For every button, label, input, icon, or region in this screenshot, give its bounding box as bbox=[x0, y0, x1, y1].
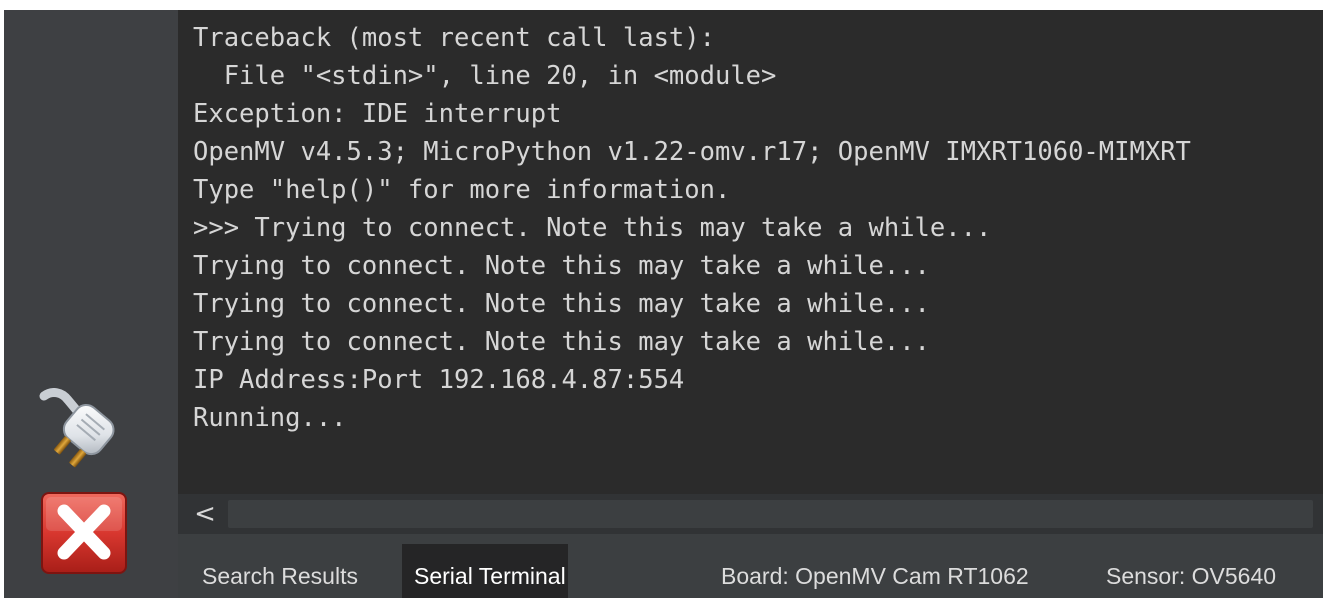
board-status: Board: OpenMV Cam RT1062 bbox=[721, 563, 1029, 589]
terminal-line: File "<stdin>", line 20, in <module> bbox=[193, 61, 777, 91]
terminal-line: OpenMV v4.5.3; MicroPython v1.22-omv.r17… bbox=[193, 137, 1191, 167]
tab-serial-terminal[interactable]: Serial Terminal bbox=[402, 544, 568, 598]
bottom-bar: Search Results Serial Terminal Board: Op… bbox=[178, 544, 1323, 598]
terminal-line: Type "help()" for more information. bbox=[193, 175, 731, 205]
disconnect-button[interactable] bbox=[40, 491, 128, 577]
tab-search-results[interactable]: Search Results bbox=[190, 544, 370, 598]
terminal-line: >>> Trying to connect. Note this may tak… bbox=[193, 213, 992, 243]
terminal-line: Trying to connect. Note this may take a … bbox=[193, 289, 930, 319]
openmv-ide-window: Traceback (most recent call last): File … bbox=[4, 10, 1323, 598]
terminal-line: Running... bbox=[193, 403, 347, 433]
scroll-left-arrow-icon[interactable]: < bbox=[190, 499, 220, 529]
terminal-line: IP Address:Port 192.168.4.87:554 bbox=[193, 365, 685, 395]
red-x-icon bbox=[41, 492, 127, 574]
plug-icon bbox=[39, 388, 115, 468]
terminal-line: Trying to connect. Note this may take a … bbox=[193, 327, 930, 357]
terminal-lines: Traceback (most recent call last): File … bbox=[193, 19, 1191, 437]
terminal-line: Exception: IDE interrupt bbox=[193, 99, 562, 129]
terminal-line: Traceback (most recent call last): bbox=[193, 23, 715, 53]
connect-button[interactable] bbox=[38, 388, 134, 470]
serial-terminal-output[interactable]: Traceback (most recent call last): File … bbox=[178, 10, 1323, 494]
horizontal-scrollbar[interactable]: < bbox=[178, 494, 1323, 534]
left-toolbar bbox=[4, 10, 178, 598]
scrollbar-track[interactable] bbox=[228, 500, 1313, 528]
terminal-line: Trying to connect. Note this may take a … bbox=[193, 251, 930, 281]
sensor-status: Sensor: OV5640 bbox=[1106, 563, 1277, 589]
